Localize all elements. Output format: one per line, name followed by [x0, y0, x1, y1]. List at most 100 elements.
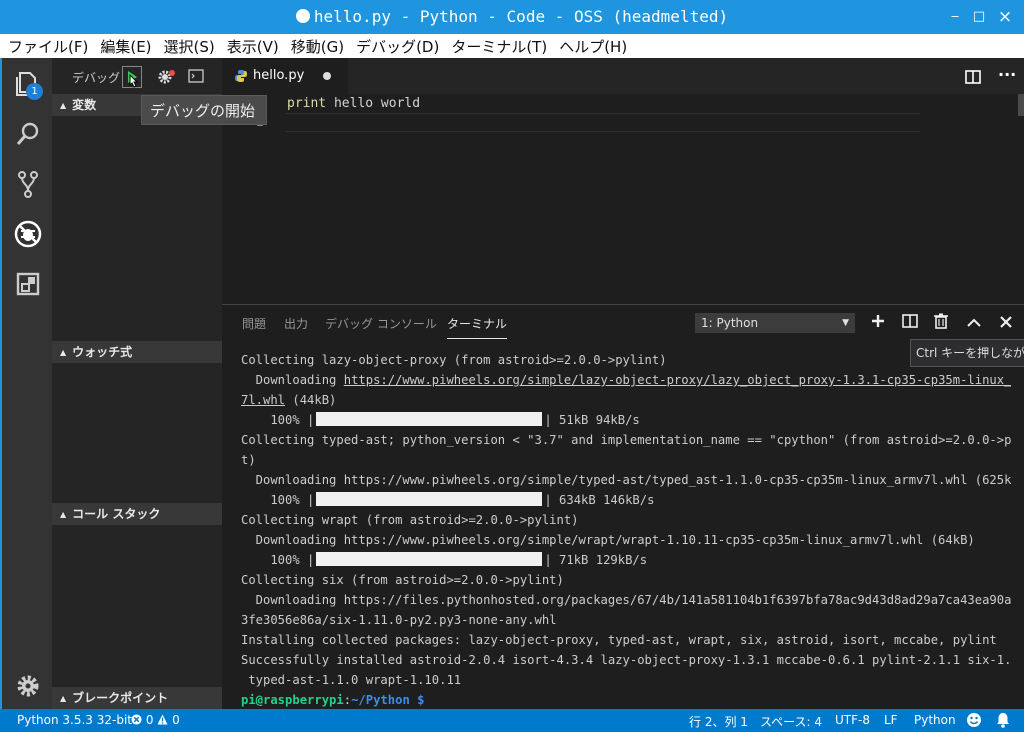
- feedback-smiley-icon[interactable]: [966, 712, 982, 731]
- menu-help[interactable]: ヘルプ(H): [559, 36, 627, 57]
- extensions-icon[interactable]: [12, 268, 44, 300]
- progress-percent: 100% |: [241, 493, 315, 507]
- code-keyword: print: [287, 96, 327, 111]
- terminal-line: Downloading https://files.pythonhosted.o…: [241, 593, 1011, 607]
- current-line-highlight: [286, 113, 920, 132]
- status-indentation[interactable]: スペース: 4: [760, 713, 822, 730]
- editor-scrollbar[interactable]: [1018, 94, 1024, 116]
- collapse-icon: ▲: [60, 101, 67, 110]
- tab-hello-py[interactable]: hello.py: [222, 58, 348, 94]
- progress-stats: | 634kB 146kB/s: [544, 493, 655, 507]
- terminal-line: Collecting lazy-object-proxy (from astro…: [241, 353, 667, 367]
- code-editor[interactable]: 1 print hello world 2: [222, 94, 1024, 304]
- code-line[interactable]: print hello world: [287, 96, 420, 111]
- window-titlebar: hello.py - Python - Code - OSS (headmelt…: [0, 0, 1024, 34]
- more-actions-icon[interactable]: ···: [998, 65, 1016, 85]
- window-title: hello.py - Python - Code - OSS (headmelt…: [0, 7, 1024, 26]
- terminal-line: t): [241, 453, 256, 467]
- terminal-line: Successfully installed astroid-2.0.4 iso…: [241, 653, 1011, 667]
- terminal-line: Downloading https://www.piwheels.org/sim…: [241, 533, 975, 547]
- close-window-button[interactable]: ×: [994, 6, 1016, 28]
- terminal-link[interactable]: https://www.piwheels.org/simple/lazy-obj…: [344, 373, 1011, 387]
- start-debugging-tooltip: デバッグの開始: [141, 95, 267, 125]
- terminal-line: 7l.whl (44kB): [241, 390, 1011, 410]
- progress-bar: [316, 492, 543, 506]
- section-watch[interactable]: ▲ ウォッチ式: [52, 341, 222, 363]
- unsaved-dot-icon: [295, 9, 310, 23]
- menu-go[interactable]: 移動(G): [291, 36, 344, 57]
- progress-bar: [316, 412, 543, 426]
- split-editor-icon[interactable]: [964, 69, 982, 85]
- code-text: hello world: [326, 96, 421, 111]
- collapse-icon: ▲: [60, 348, 67, 357]
- progress-percent: 100% |: [241, 413, 315, 427]
- status-encoding[interactable]: UTF-8: [835, 713, 870, 727]
- debug-toolbar: デバッグ: [52, 58, 222, 94]
- menu-view[interactable]: 表示(V): [227, 36, 279, 57]
- terminal-text: Downloading: [241, 373, 344, 387]
- maximize-panel-chevron-up-icon[interactable]: [964, 313, 984, 333]
- terminal-link[interactable]: 7l.whl: [241, 393, 285, 407]
- debug-sidebar: デバッグ ▲ 変数 ▲ ウォッチ式 ▲ コール スタック ▲ ブレークポイント: [52, 58, 222, 709]
- terminal-line: typed-ast-1.1.0 wrapt-1.10.11: [241, 673, 462, 687]
- menu-selection[interactable]: 選択(S): [164, 36, 215, 57]
- kill-terminal-trash-icon[interactable]: [931, 313, 951, 333]
- terminal-select[interactable]: 1: Python ▼: [695, 313, 855, 333]
- terminal-line: 100% | | 71kB 129kB/s: [241, 550, 1011, 570]
- status-bar: Python 3.5.3 32-bit 0 0 行 2、列 1 スペース: 4 …: [0, 709, 1024, 732]
- tab-problems[interactable]: 問題: [242, 315, 266, 332]
- progress-stats: | 71kB 129kB/s: [544, 553, 648, 567]
- terminal-text: (44kB): [285, 393, 337, 407]
- status-interpreter[interactable]: Python 3.5.3 32-bit: [17, 713, 132, 727]
- menu-terminal[interactable]: ターミナル(T): [451, 36, 547, 57]
- mouse-cursor-icon: [128, 73, 140, 90]
- status-cursor-position[interactable]: 行 2、列 1: [689, 713, 748, 730]
- menu-debug[interactable]: デバッグ(D): [356, 36, 439, 57]
- debug-icon[interactable]: [12, 218, 44, 250]
- section-breakpoints[interactable]: ▲ ブレークポイント: [52, 687, 222, 709]
- prompt-user: pi@raspberrypi: [241, 693, 344, 707]
- activity-bar: 1: [0, 58, 52, 709]
- prompt-path: ~/Python $: [351, 693, 425, 707]
- maximize-button[interactable]: □: [968, 6, 990, 28]
- window-title-text: hello.py - Python - Code - OSS (headmelt…: [313, 7, 729, 26]
- settings-gear-icon[interactable]: [12, 670, 44, 702]
- error-count: 0: [145, 713, 154, 727]
- minimize-button[interactable]: ‒: [944, 6, 966, 28]
- bottom-panel: 問題 出力 デバッグ コンソール ターミナル 1: Python ▼ Collec…: [222, 304, 1024, 709]
- terminal-line: 100% | | 51kB 94kB/s: [241, 410, 1011, 430]
- status-eol[interactable]: LF: [884, 713, 898, 727]
- debug-config-gear-icon[interactable]: [156, 68, 176, 86]
- chevron-down-icon: ▼: [842, 318, 849, 328]
- status-problems[interactable]: 0 0: [131, 713, 180, 727]
- terminal-line: Collecting typed-ast; python_version < "…: [241, 433, 1011, 447]
- warning-count: 0: [172, 713, 180, 727]
- prompt-separator: :: [343, 693, 352, 707]
- tab-output[interactable]: 出力: [284, 315, 308, 332]
- progress-stats: | 51kB 94kB/s: [544, 413, 640, 427]
- tab-label: hello.py: [253, 68, 305, 83]
- tab-terminal[interactable]: ターミナル: [447, 315, 508, 339]
- menu-edit[interactable]: 編集(E): [100, 36, 151, 57]
- terminal-line: Installing collected packages: lazy-obje…: [241, 633, 997, 647]
- python-file-icon: [235, 70, 247, 82]
- notifications-bell-icon[interactable]: [996, 712, 1010, 731]
- close-panel-icon[interactable]: [996, 313, 1016, 333]
- unsaved-dot-icon: [323, 72, 331, 80]
- split-terminal-icon[interactable]: [900, 313, 920, 333]
- ctrl-hint-tooltip: Ctrl キーを押しなが: [910, 339, 1024, 367]
- debug-console-icon[interactable]: [188, 69, 204, 83]
- search-icon[interactable]: [12, 118, 44, 150]
- terminal-line: Downloading https://www.piwheels.org/sim…: [241, 370, 1011, 390]
- status-language[interactable]: Python: [914, 713, 956, 727]
- source-control-icon[interactable]: [12, 168, 44, 200]
- terminal-line: Downloading https://www.piwheels.org/sim…: [241, 473, 1011, 487]
- new-terminal-plus-icon[interactable]: [868, 313, 888, 333]
- menu-file[interactable]: ファイル(F): [8, 36, 88, 57]
- section-call-stack[interactable]: ▲ コール スタック: [52, 503, 222, 525]
- terminal-line: Collecting wrapt (from astroid>=2.0.0->p…: [241, 513, 579, 527]
- progress-percent: 100% |: [241, 553, 315, 567]
- tab-debug-console[interactable]: デバッグ コンソール: [325, 315, 437, 332]
- collapse-icon: ▲: [60, 694, 67, 703]
- terminal-output[interactable]: Collecting lazy-object-proxy (from astro…: [241, 350, 1011, 710]
